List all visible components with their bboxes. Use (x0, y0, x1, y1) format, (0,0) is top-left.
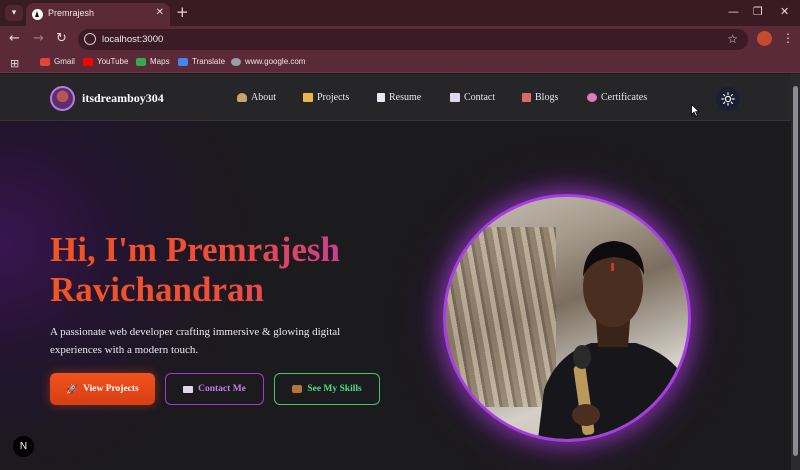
minimize-window-button[interactable]: — (728, 5, 739, 18)
nav-label: Contact (464, 92, 496, 103)
bookmark-label: www.google.com (245, 57, 306, 66)
nav-label: Projects (317, 92, 350, 103)
nav-link-blogs[interactable]: Blogs (522, 92, 558, 103)
bookmark-label: Maps (150, 57, 170, 66)
nav-label: Certificates (601, 92, 648, 103)
envelope-icon (450, 93, 460, 102)
hero-heading-line2: Ravichandran (50, 270, 264, 309)
nav-link-projects[interactable]: Projects (303, 92, 349, 103)
scrollbar-thumb[interactable] (793, 86, 798, 456)
address-bar[interactable]: localhost:3000 ☆ (78, 29, 748, 50)
bookmarks-bar: ⊞ Gmail YouTube Maps Translate www.googl… (0, 53, 800, 73)
back-button[interactable]: ← (9, 31, 20, 46)
bookmark-label: Translate (192, 57, 226, 66)
youtube-icon (83, 57, 93, 66)
envelope-icon (183, 385, 194, 393)
button-label: See My Skills (307, 384, 362, 394)
browser-menu-icon[interactable]: ⋮ (782, 31, 794, 45)
brand-name[interactable]: itsdreamboy304 (82, 91, 164, 106)
site-navbar: itsdreamboy304 About Projects Resume Con… (0, 74, 800, 121)
nav-link-resume[interactable]: Resume (377, 92, 421, 103)
hero-heading-line1: Hi, I'm Premrajesh (50, 230, 340, 269)
nextjs-dev-badge[interactable]: N (13, 436, 34, 457)
reload-button[interactable]: ↻ (56, 31, 67, 46)
contact-me-button[interactable]: Contact Me (165, 373, 264, 405)
bookmark-gmail[interactable]: Gmail (40, 57, 75, 66)
nav-label: Resume (389, 92, 422, 103)
apps-grid-icon[interactable]: ⊞ (10, 57, 19, 70)
avatar[interactable] (50, 86, 75, 111)
nav-link-about[interactable]: About (237, 92, 276, 103)
globe-icon (231, 57, 241, 66)
view-projects-button[interactable]: 🚀 View Projects (50, 373, 155, 405)
tab-title: Premrajesh (48, 8, 95, 18)
theme-toggle-button[interactable] (716, 87, 740, 111)
nav-link-contact[interactable]: Contact (450, 92, 495, 103)
gmail-icon (40, 57, 50, 66)
hero-heading: Hi, I'm Premrajesh Ravichandran (50, 230, 450, 310)
bookmark-label: YouTube (97, 57, 129, 66)
browser-tab-strip: ▾ Premrajesh ✕ + — ❐ ✕ (0, 0, 800, 26)
mouse-cursor-icon (691, 104, 700, 117)
button-label: View Projects (83, 384, 139, 394)
bookmark-maps[interactable]: Maps (136, 57, 170, 66)
nav-label: Blogs (535, 92, 559, 103)
document-icon (377, 93, 385, 102)
bookmark-label: Gmail (54, 57, 75, 66)
person-silhouette (537, 241, 688, 439)
see-skills-button[interactable]: See My Skills (274, 373, 380, 405)
new-tab-button[interactable]: + (176, 3, 189, 21)
tab-favicon-icon (32, 9, 43, 20)
profile-photo (443, 194, 691, 442)
briefcase-icon (292, 385, 303, 393)
profile-avatar[interactable] (757, 31, 772, 46)
bookmark-google[interactable]: www.google.com (231, 57, 305, 66)
hero-description: A passionate web developer crafting imme… (50, 326, 341, 356)
close-tab-icon[interactable]: ✕ (156, 7, 164, 18)
rocket-icon: 🚀 (66, 384, 79, 395)
sun-icon (721, 92, 735, 106)
tab-search-button[interactable]: ▾ (5, 5, 23, 21)
person-icon (237, 93, 247, 102)
bookmark-translate[interactable]: Translate (178, 57, 225, 66)
translate-icon (178, 57, 188, 66)
restore-window-button[interactable]: ❐ (753, 5, 763, 18)
page-viewport: itsdreamboy304 About Projects Resume Con… (0, 74, 800, 470)
site-info-icon[interactable] (84, 33, 96, 45)
forward-button[interactable]: → (33, 31, 44, 46)
nav-label: About (251, 92, 276, 103)
close-window-button[interactable]: ✕ (780, 5, 789, 18)
notebook-icon (522, 93, 531, 102)
bookmark-star-icon[interactable]: ☆ (727, 32, 738, 46)
folder-icon (303, 93, 313, 102)
button-label: Contact Me (198, 384, 246, 394)
browser-toolbar: ← → ↻ localhost:3000 ☆ (0, 26, 800, 53)
browser-tab[interactable]: Premrajesh ✕ (26, 3, 170, 26)
nav-link-certificates[interactable]: Certificates (587, 92, 647, 103)
brain-icon (587, 93, 597, 102)
address-text: localhost:3000 (102, 34, 164, 45)
maps-icon (136, 57, 146, 66)
bookmark-youtube[interactable]: YouTube (83, 57, 128, 66)
